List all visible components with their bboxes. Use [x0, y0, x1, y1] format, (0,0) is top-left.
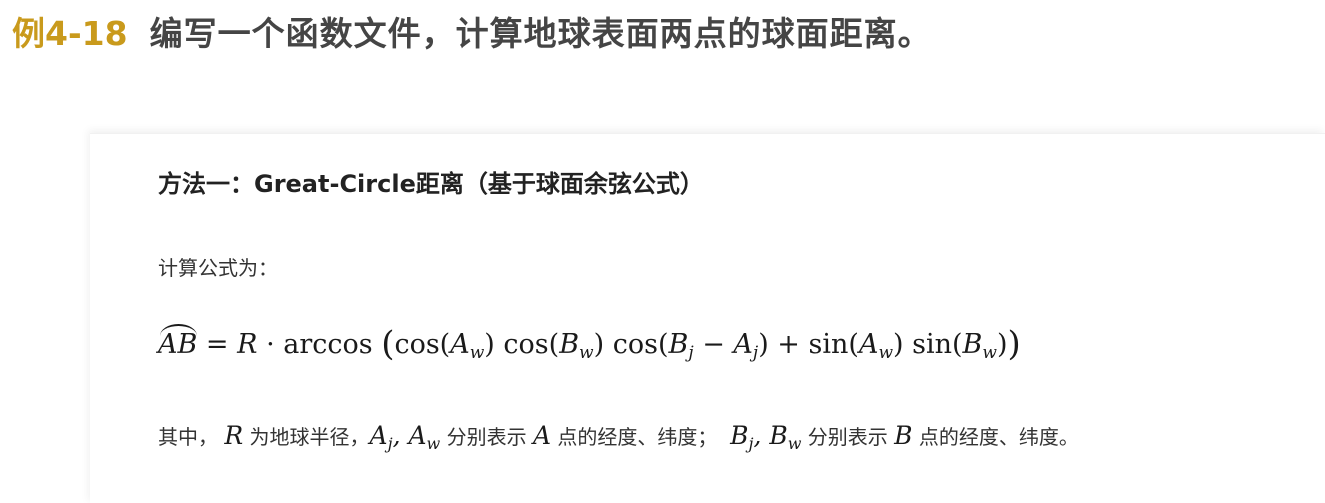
explain-text-2: 为地球半径，	[243, 425, 370, 449]
explain-text-1: 其中，	[158, 425, 218, 449]
symbol-B: B	[894, 421, 913, 450]
symbol-R: R	[224, 421, 244, 450]
symbol-Bj-Bw: Bj, Bw	[730, 421, 802, 453]
explain-text-5: 分别表示	[801, 425, 895, 449]
formula-intro: 计算公式为：	[158, 256, 278, 280]
content-card: 方法一：Great-Circle距离（基于球面余弦公式） 计算公式为： AB =…	[90, 133, 1325, 503]
great-circle-formula: AB = R · arccos (cos(Aw) cos(Bw) cos(Bj …	[158, 324, 1021, 365]
method-heading: 方法一：Great-Circle距离（基于球面余弦公式）	[158, 170, 704, 198]
arc-ab-symbol: AB	[158, 324, 198, 365]
page: 例4-18 编写一个函数文件，计算地球表面两点的球面距离。 方法一：Great-…	[0, 0, 1325, 503]
explain-text-3: 分别表示	[440, 425, 533, 449]
example-number: 例4-18	[12, 14, 128, 53]
formula-equals: =	[197, 329, 238, 360]
explain-text-6: 点的经度、纬度。	[912, 425, 1079, 449]
symbol-A: A	[532, 421, 552, 450]
symbol-Aj-Aw: Aj, Aw	[369, 421, 441, 453]
formula-explanation: 其中， R 为地球半径，Aj, Aw 分别表示 A 点的经度、纬度； Bj, B…	[158, 416, 1298, 464]
explain-text-4: 点的经度、纬度；	[551, 425, 718, 449]
example-title-text: 编写一个函数文件，计算地球表面两点的球面距离。	[149, 14, 932, 53]
example-title: 例4-18 编写一个函数文件，计算地球表面两点的球面距离。	[12, 6, 932, 56]
